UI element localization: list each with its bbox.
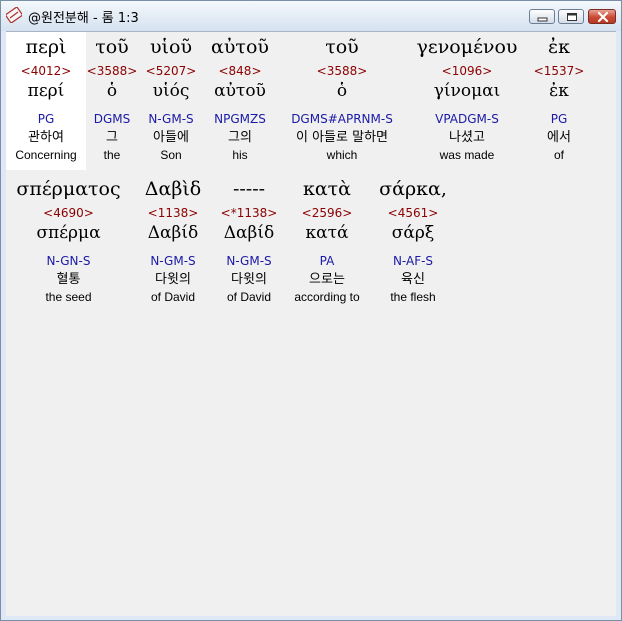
- strong-number: <1138>: [147, 206, 199, 220]
- word-cell-spermatos[interactable]: σπέρματος <4690> σπέρμα N-GN-S 혈통 the se…: [6, 174, 131, 312]
- lemma: σπέρμα: [36, 223, 101, 243]
- english-gloss: of: [553, 148, 564, 162]
- greek-word: ἐκ: [547, 36, 571, 58]
- english-gloss: of David: [226, 290, 272, 304]
- korean-gloss: 다윗의: [155, 272, 191, 287]
- greek-word: σάρκα,: [379, 178, 447, 200]
- word-cell-kata[interactable]: κατὰ <2596> κατά PA 으로는 according to: [286, 174, 368, 312]
- app-window: @원전분해 - 롬 1:3 περὶ <4012> περί PG 관하여 Co…: [0, 0, 622, 621]
- parsing-code: N-AF-S: [392, 254, 434, 268]
- korean-gloss: 그의: [228, 130, 252, 145]
- korean-gloss: 관하여: [28, 130, 64, 145]
- parsing-code: NPGMZS: [214, 112, 266, 126]
- english-gloss: the seed: [45, 290, 92, 304]
- word-cell-autou[interactable]: αὐτοῦ <848> αὐτοῦ NPGMZS 그의 his: [204, 32, 276, 170]
- english-gloss: according to: [294, 290, 360, 304]
- english-gloss: his: [232, 148, 248, 162]
- parsing-code: VPADGM-S: [435, 112, 499, 126]
- lemma: σάρξ: [391, 223, 435, 243]
- word-cell-peri[interactable]: περὶ <4012> περί PG 관하여 Concerning: [6, 32, 86, 170]
- greek-word: κατὰ: [302, 178, 352, 200]
- korean-gloss: 혈통: [56, 272, 81, 287]
- strong-number: <*1138>: [220, 206, 278, 220]
- english-gloss: which: [326, 148, 358, 162]
- korean-gloss: 으로는: [309, 272, 345, 287]
- window-title: @원전분해 - 롬 1:3: [28, 11, 139, 26]
- strong-number: <4561>: [387, 206, 439, 220]
- greek-word: γενομένου: [416, 36, 518, 58]
- strong-number: <4690>: [43, 206, 94, 220]
- english-gloss: was made: [439, 148, 495, 162]
- lemma: περί: [27, 81, 65, 101]
- korean-gloss: 이 아들로 말하면: [296, 130, 388, 145]
- minimize-button[interactable]: [529, 9, 555, 24]
- strong-number: <848>: [218, 64, 262, 78]
- parsing-code: N-GM-S: [148, 112, 194, 126]
- close-button[interactable]: [588, 9, 616, 24]
- word-cell-ek[interactable]: ἐκ <1537> ἐκ PG 에서 of: [532, 32, 586, 170]
- greek-word: -----: [232, 178, 266, 200]
- maximize-icon: [567, 13, 577, 21]
- greek-word: τοῦ: [95, 36, 129, 58]
- strong-number: <4012>: [20, 64, 72, 78]
- strong-number: <2596>: [301, 206, 353, 220]
- greek-word: υἱοῦ: [150, 36, 192, 58]
- word-cell-huiou[interactable]: υἱοῦ <5207> υἱός N-GM-S 아들에 Son: [141, 32, 201, 170]
- lemma: ὁ: [336, 81, 348, 101]
- word-cell-sarka[interactable]: σάρκα, <4561> σάρξ N-AF-S 육신 the flesh: [372, 174, 454, 312]
- korean-gloss: 육신: [401, 272, 425, 287]
- parsing-code: N-GM-S: [150, 254, 196, 268]
- word-cell-genomenou[interactable]: γενομένου <1096> γίνομαι VPADGM-S 나셨고 wa…: [408, 32, 526, 170]
- parsing-code: N-GN-S: [46, 254, 91, 268]
- app-icon: [6, 7, 22, 23]
- korean-gloss: 에서: [547, 130, 571, 145]
- word-cell-dabid-implied[interactable]: ----- <*1138> Δαβίδ N-GM-S 다윗의 of David: [214, 174, 284, 312]
- parsing-code: DGMS: [93, 112, 131, 126]
- strong-number: <3588>: [86, 64, 138, 78]
- parsing-code: PA: [319, 254, 335, 268]
- greek-word: τοῦ: [325, 36, 359, 58]
- english-gloss: Concerning: [15, 148, 77, 162]
- parsing-code: DGMS#APRNM-S: [291, 112, 393, 126]
- parsing-code: PG: [37, 112, 55, 126]
- title-bar[interactable]: @원전분해 - 롬 1:3: [1, 1, 621, 31]
- lemma: γίνομαι: [433, 81, 501, 101]
- lemma: υἱός: [152, 81, 190, 101]
- korean-gloss: 그: [106, 130, 118, 145]
- english-gloss: the flesh: [390, 290, 436, 304]
- close-icon: [597, 11, 609, 23]
- lemma: ἐκ: [549, 81, 569, 101]
- strong-number: <3588>: [316, 64, 368, 78]
- lemma: ὁ: [106, 81, 118, 101]
- strong-number: <5207>: [145, 64, 197, 78]
- word-cell-tou[interactable]: τοῦ <3588> ὁ DGMS 그 the: [84, 32, 140, 170]
- strong-number: <1537>: [533, 64, 585, 78]
- lemma: κατά: [305, 223, 349, 243]
- lemma: Δαβίδ: [223, 223, 275, 243]
- parsing-code: N-GM-S: [226, 254, 272, 268]
- greek-word: σπέρματος: [16, 178, 121, 200]
- english-gloss: of David: [150, 290, 196, 304]
- word-cell-dabid[interactable]: Δαβὶδ <1138> Δαβίδ N-GM-S 다윗의 of David: [138, 174, 208, 312]
- maximize-button[interactable]: [558, 9, 584, 24]
- interlinear-panel: περὶ <4012> περί PG 관하여 Concerning τοῦ <…: [6, 31, 616, 616]
- greek-word: περὶ: [25, 36, 67, 58]
- korean-gloss: 다윗의: [231, 272, 267, 287]
- parsing-code: PG: [550, 112, 568, 126]
- lemma: αὐτοῦ: [214, 81, 266, 101]
- english-gloss: the: [103, 148, 121, 162]
- strong-number: <1096>: [441, 64, 493, 78]
- word-cell-tou-2[interactable]: τοῦ <3588> ὁ DGMS#APRNM-S 이 아들로 말하면 whic…: [278, 32, 406, 170]
- greek-word: αὐτοῦ: [211, 36, 269, 58]
- korean-gloss: 아들에: [153, 130, 189, 145]
- lemma: Δαβίδ: [147, 223, 199, 243]
- korean-gloss: 나셨고: [449, 130, 485, 145]
- minimize-icon: [537, 17, 548, 22]
- english-gloss: Son: [160, 148, 182, 162]
- greek-word: Δαβὶδ: [144, 178, 202, 200]
